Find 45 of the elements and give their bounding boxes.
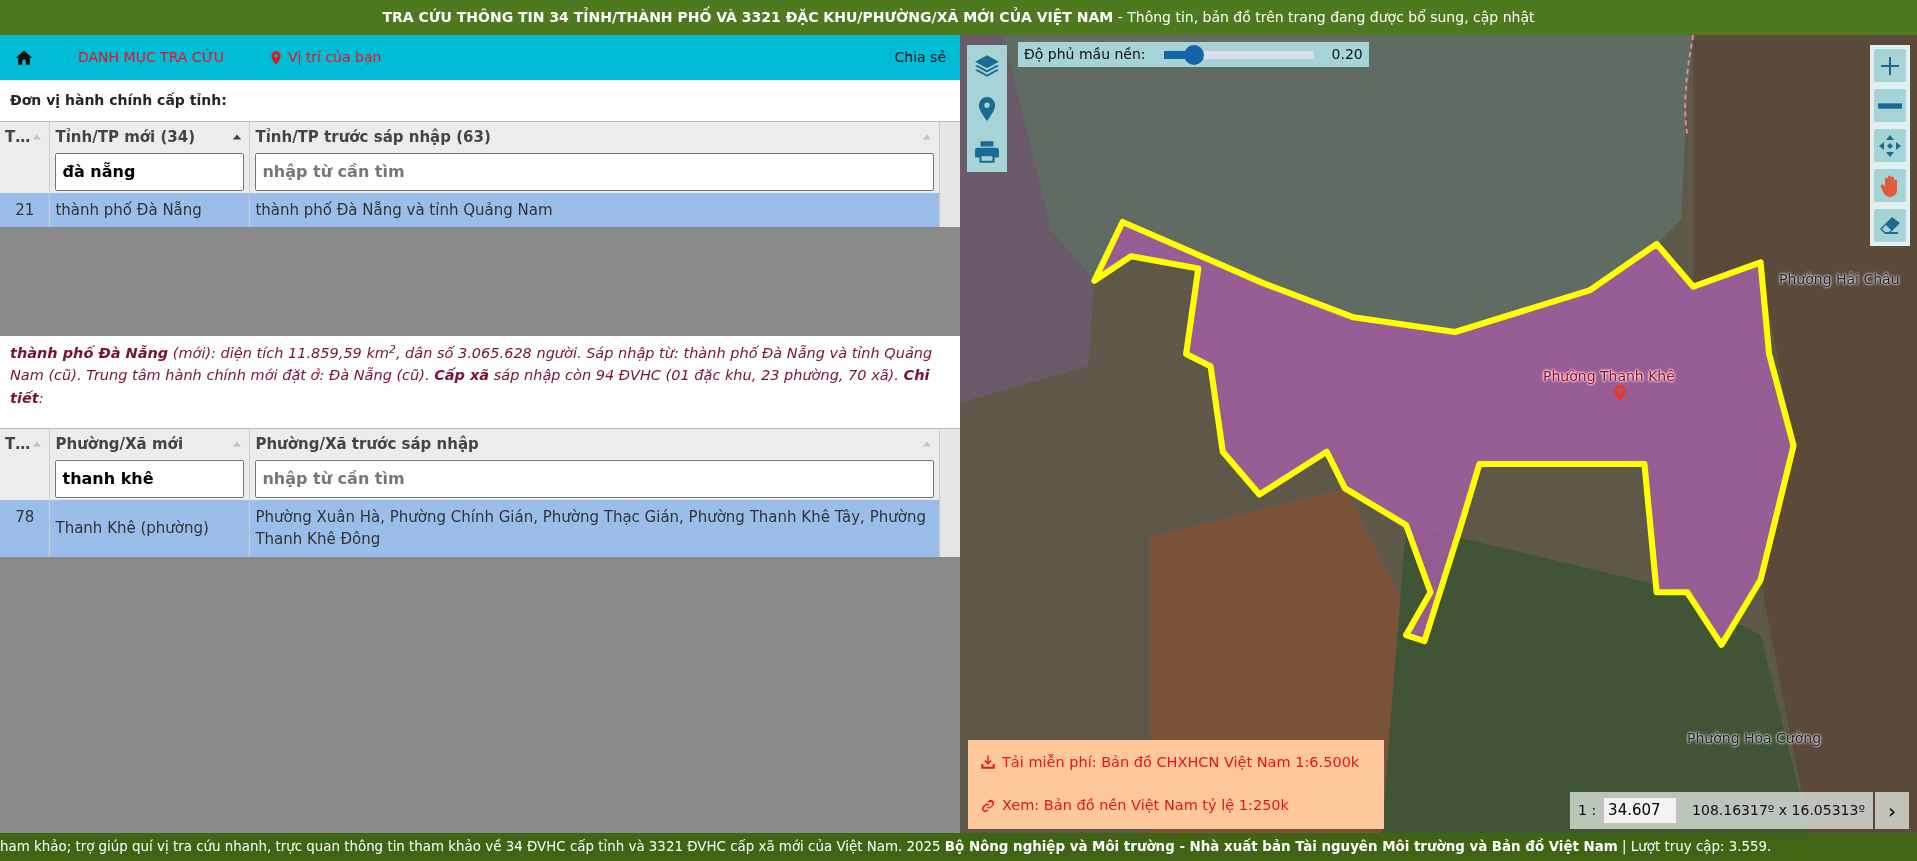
layers-icon[interactable] xyxy=(974,52,1000,79)
column-header[interactable]: Phường/Xã trước sáp nhập xyxy=(255,433,479,456)
scrollbar-track[interactable] xyxy=(940,429,960,557)
page-title: TRA CỨU THÔNG TIN 34 TỈNH/THÀNH PHỐ VÀ 3321 ĐẶC KHU/PHƯỜNG/XÃ MỚI CỦA VIỆT NAM - Thông tin, bản đồ trên trang đang được bổ sung, cập nhật xyxy=(382,7,1535,28)
filter-field[interactable]: thanh khê xyxy=(55,459,245,498)
move-arrows-icon xyxy=(1878,133,1902,158)
footer-text: ham khảo; trợ giúp quí vị tra cứu nhanh, trực quan thông tin tham khảo về 34 ĐVHC cấp tỉnh và 3321 ĐVHC cấp xã mới của Việt Nam. 2025 Bộ Nông nghiệp và Môi trường - Nhà xuất bản Tài nguyên Môi trường và Bản đồ Việt Nam | Lượt truy cập: 3.559. xyxy=(0,837,1772,857)
hand-button[interactable] xyxy=(1874,169,1906,202)
table-cell: Thanh Khê (phường) xyxy=(50,499,250,557)
map-label: Phường Thanh Khê xyxy=(1543,367,1675,386)
table-cell: thành phố Đà Nẵng và tỉnh Quảng Nam xyxy=(249,192,940,227)
column-header[interactable]: Phường/Xã mới xyxy=(55,433,184,456)
filter-field[interactable]: nhập từ cần tìm xyxy=(255,459,934,498)
zoom-out-button[interactable] xyxy=(1874,89,1906,122)
scrollbar-track[interactable] xyxy=(940,122,960,227)
zoom-out-icon xyxy=(1878,102,1902,109)
chain-link-icon xyxy=(980,798,996,815)
filter-field[interactable]: đà nẵng xyxy=(55,152,245,191)
summary-text: thành phố Đà Nẵng (mới): diện tích 11.859,59 km$^{2}$, dân số 3.065.628 người. Sáp nhập từ: thành phố Đà Nẵng và tỉnh Quảng Nam (cũ). Trung tâm hành chính mới đặt ở: Đà Nẵng (cũ). Cấp xã sáp nhập còn 94 ĐVHC (01 đặc khu, 23 phường, 70 xã). Chi tiết: xyxy=(9,341,934,408)
printer-icon[interactable] xyxy=(974,138,1000,165)
move-arrows-button[interactable] xyxy=(1874,129,1906,162)
section-title: Đơn vị hành chính cấp tỉnh: xyxy=(9,91,228,110)
table-cell: 21 xyxy=(0,192,50,227)
map-label: Phường Hải Châu xyxy=(1779,270,1900,289)
column-header[interactable]: T… xyxy=(5,433,31,456)
eraser-button[interactable] xyxy=(1874,209,1906,242)
slider-label: Độ phủ mầu nền: xyxy=(1024,45,1146,64)
table-cell: thành phố Đà Nẵng xyxy=(50,192,250,227)
table-cell: 78 xyxy=(0,499,50,557)
column-header[interactable]: Tỉnh/TP mới (34) xyxy=(55,126,196,149)
coordinates-text: 108.16317º x 16.05313º xyxy=(1692,801,1865,820)
satellite-map-drawing[interactable] xyxy=(960,35,1917,833)
zoom-in-button[interactable] xyxy=(1874,49,1906,82)
slider-value: 0.20 xyxy=(1331,45,1363,64)
table-cell: Phường Xuân Hà, Phường Chính Gián, Phường Thạc Gián, Phường Thanh Khê Tây, Phường Thanh Khê Đông xyxy=(249,499,940,557)
map-label: Phường Hòa Cường xyxy=(1687,729,1822,748)
share-link[interactable]: Chia sẻ xyxy=(894,47,946,68)
column-header[interactable]: Tỉnh/TP trước sáp nhập (63) xyxy=(255,126,491,149)
download-icon xyxy=(980,754,996,771)
filter-field[interactable]: nhập từ cần tìm xyxy=(255,152,934,191)
column-header[interactable]: T… xyxy=(5,126,31,149)
next-button[interactable]: › xyxy=(1875,792,1909,829)
scale-prefix: 1 : xyxy=(1578,801,1597,820)
scale-field[interactable]: 34.607 xyxy=(1604,798,1677,823)
slider-thumb[interactable] xyxy=(1183,44,1204,65)
